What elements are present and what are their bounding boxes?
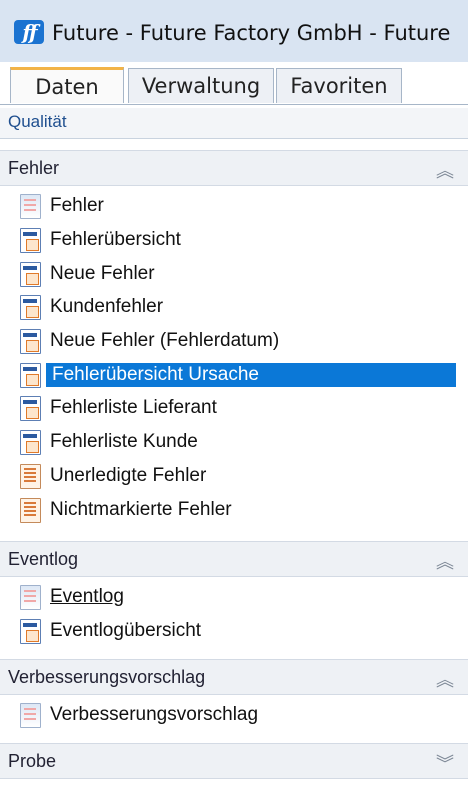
- list-icon: [20, 464, 41, 489]
- table-icon: [20, 194, 41, 219]
- list-item[interactable]: Neue Fehler (Fehlerdatum): [20, 326, 450, 356]
- section-title: Probe: [8, 751, 57, 771]
- item-label: Fehlerliste Lieferant: [50, 397, 217, 418]
- window-title: Future - Future Factory GmbH - Future: [52, 21, 451, 45]
- report-icon: [20, 329, 41, 354]
- item-label: Neue Fehler: [50, 263, 155, 284]
- list-item[interactable]: Verbesserungsvorschlag: [20, 700, 450, 730]
- ribbon-bar: Qualität: [0, 108, 468, 139]
- section-title: Eventlog: [8, 549, 79, 569]
- item-label: Eventlogübersicht: [50, 620, 202, 641]
- tab-bar: Daten Verwaltung Favoriten: [8, 67, 468, 104]
- report-icon: [20, 619, 41, 644]
- chevron-up-double-icon[interactable]: ︽: [436, 666, 454, 692]
- section-header-verbesserungsvorschlag[interactable]: Verbesserungsvorschlag ︽: [0, 659, 468, 695]
- list-icon: [20, 498, 41, 523]
- item-label: Fehlerliste Kunde: [50, 431, 198, 452]
- report-icon: [20, 396, 41, 421]
- report-icon: [20, 363, 41, 388]
- item-label: Verbesserungsvorschlag: [50, 704, 259, 725]
- chevron-up-double-icon[interactable]: ︽: [436, 548, 454, 574]
- tab-verwaltung[interactable]: Verwaltung: [128, 68, 274, 103]
- item-label: Eventlog: [50, 586, 124, 607]
- list-item[interactable]: Eventlog: [20, 582, 450, 612]
- list-item[interactable]: Fehlerübersicht: [20, 225, 450, 255]
- section-header-probe[interactable]: Probe ︾: [0, 743, 468, 779]
- item-label: Fehlerübersicht: [50, 229, 181, 250]
- item-label: Fehlerübersicht Ursache: [46, 363, 456, 387]
- item-label: Unerledigte Fehler: [50, 465, 207, 486]
- list-item-selected[interactable]: Fehlerübersicht Ursache: [20, 360, 456, 390]
- section-title: Verbesserungsvorschlag: [8, 667, 206, 687]
- app-logo-icon: ff: [14, 20, 44, 44]
- report-icon: [20, 228, 41, 253]
- list-item[interactable]: Nichtmarkierte Fehler: [20, 495, 450, 525]
- tab-divider: [0, 104, 468, 105]
- list-item[interactable]: Fehler: [20, 191, 450, 221]
- chevron-up-double-icon[interactable]: ︽: [436, 157, 454, 183]
- report-icon: [20, 295, 41, 320]
- list-item[interactable]: Neue Fehler: [20, 259, 450, 289]
- report-icon: [20, 430, 41, 455]
- list-item[interactable]: Kundenfehler: [20, 292, 450, 322]
- report-icon: [20, 262, 41, 287]
- tab-daten[interactable]: Daten: [10, 67, 124, 103]
- section-header-eventlog[interactable]: Eventlog ︽: [0, 541, 468, 577]
- section-title: Fehler: [8, 158, 60, 178]
- item-label: Nichtmarkierte Fehler: [50, 499, 232, 520]
- item-label: Kundenfehler: [50, 296, 164, 317]
- section-header-fehler[interactable]: Fehler ︽: [0, 150, 468, 186]
- item-label: Fehler: [50, 195, 104, 216]
- tab-favoriten[interactable]: Favoriten: [276, 68, 402, 103]
- list-item[interactable]: Fehlerliste Kunde: [20, 427, 450, 457]
- list-item[interactable]: Eventlogübersicht: [20, 616, 450, 646]
- chevron-down-double-icon[interactable]: ︾: [436, 750, 454, 776]
- table-icon: [20, 703, 41, 728]
- ribbon-label[interactable]: Qualität: [8, 112, 67, 132]
- list-item[interactable]: Fehlerliste Lieferant: [20, 393, 450, 423]
- table-icon: [20, 585, 41, 610]
- item-label: Neue Fehler (Fehlerdatum): [50, 330, 280, 351]
- list-item[interactable]: Unerledigte Fehler: [20, 461, 450, 491]
- title-bar: ff Future - Future Factory GmbH - Future: [0, 0, 468, 62]
